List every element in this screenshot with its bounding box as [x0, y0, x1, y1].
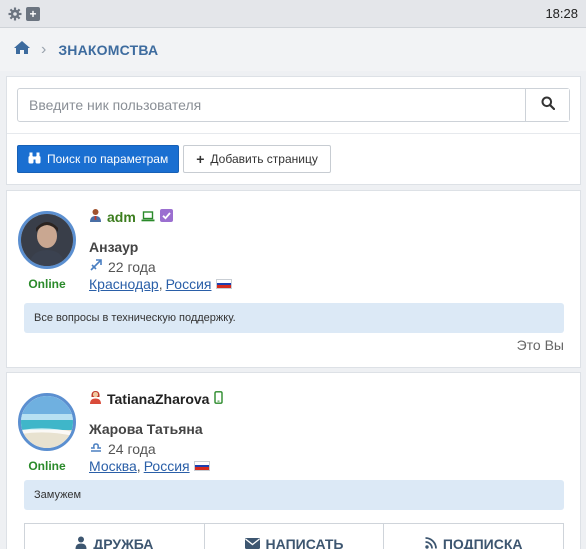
- online-indicator: Online: [28, 459, 66, 473]
- envelope-icon: [244, 536, 260, 549]
- search-params-button[interactable]: Поиск по параметрам: [17, 145, 180, 173]
- status-bar: + 18:28: [0, 0, 586, 28]
- nick-row: TatianaZharova: [89, 390, 224, 407]
- gear-icon[interactable]: [8, 7, 22, 21]
- user-age: 22 года: [89, 258, 232, 275]
- avatar-column: Online: [17, 393, 77, 473]
- subscribe-button[interactable]: ПОДПИСКА: [384, 524, 563, 549]
- female-user-icon: [89, 390, 102, 407]
- avatar[interactable]: [18, 211, 76, 269]
- search-box: [17, 88, 570, 122]
- user-real-name: Анзаур: [89, 239, 139, 255]
- age-text: 22 года: [108, 258, 156, 275]
- user-location: Москва, Россия: [89, 458, 223, 474]
- city-link[interactable]: Москва: [89, 458, 137, 474]
- search-icon: [541, 96, 555, 115]
- male-user-icon: [89, 208, 102, 225]
- user-status: Замужем: [24, 480, 564, 510]
- user-nick[interactable]: TatianaZharova: [107, 391, 209, 407]
- friend-button[interactable]: ДРУЖБА: [25, 524, 205, 549]
- user-age: 24 года: [89, 440, 223, 457]
- button-row: Поиск по параметрам + Добавить страницу: [7, 134, 580, 184]
- write-button[interactable]: НАПИСАТЬ: [205, 524, 385, 549]
- subscribe-label: ПОДПИСКА: [442, 535, 523, 549]
- search-input[interactable]: [18, 89, 525, 121]
- mobile-icon: [214, 390, 224, 407]
- search-panel: Поиск по параметрам + Добавить страницу: [6, 76, 581, 185]
- search-params-label: Поиск по параметрам: [47, 152, 169, 166]
- user-real-name: Жарова Татьяна: [89, 421, 203, 437]
- plus-square-icon[interactable]: +: [26, 6, 40, 21]
- russia-flag-icon: [193, 461, 210, 471]
- search-button[interactable]: [525, 89, 569, 121]
- avatar-column: Online: [17, 211, 77, 291]
- user-location: Краснодар, Россия: [89, 276, 232, 292]
- clock: 18:28: [545, 6, 578, 21]
- nick-row: adm: [89, 208, 232, 225]
- city-link[interactable]: Краснодар: [89, 276, 159, 292]
- laptop-icon: [141, 209, 155, 225]
- russia-flag-icon: [215, 279, 232, 289]
- friend-label: ДРУЖБА: [93, 535, 154, 549]
- verified-icon: [159, 208, 173, 225]
- add-page-label: Добавить страницу: [210, 152, 318, 166]
- rss-icon: [425, 536, 437, 549]
- sagittarius-icon: [89, 258, 103, 275]
- breadcrumb: › ЗНАКОМСТВА: [0, 28, 586, 71]
- libra-icon: [89, 440, 103, 457]
- home-icon[interactable]: [13, 40, 31, 60]
- country-link[interactable]: Россия: [166, 276, 212, 292]
- user-status: Все вопросы в техническую поддержку.: [24, 303, 564, 333]
- age-text: 24 года: [108, 440, 156, 457]
- binoculars-icon: [28, 152, 41, 167]
- plus-icon: +: [196, 151, 205, 167]
- user-info: TatianaZharova Жарова Татьяна 24 года Мо…: [89, 390, 224, 474]
- user-icon: [75, 536, 87, 549]
- user-card: Online adm Анзаур 22 года Краснодар, Рос…: [6, 190, 581, 368]
- chevron-right-icon: ›: [41, 40, 47, 58]
- user-card: Online TatianaZharova Жарова Татьяна 24 …: [6, 372, 581, 549]
- online-indicator: Online: [28, 277, 66, 291]
- country-link[interactable]: Россия: [144, 458, 190, 474]
- write-label: НАПИСАТЬ: [265, 535, 344, 549]
- avatar[interactable]: [18, 393, 76, 451]
- user-actions: ДРУЖБА НАПИСАТЬ ПОДПИСКА: [24, 523, 564, 549]
- breadcrumb-current[interactable]: ЗНАКОМСТВА: [58, 42, 158, 58]
- its-you-note: Это Вы: [516, 337, 564, 353]
- user-info: adm Анзаур 22 года Краснодар, Россия: [89, 208, 232, 292]
- user-nick[interactable]: adm: [107, 209, 136, 225]
- search-row: [7, 77, 580, 134]
- add-page-button[interactable]: + Добавить страницу: [183, 145, 331, 173]
